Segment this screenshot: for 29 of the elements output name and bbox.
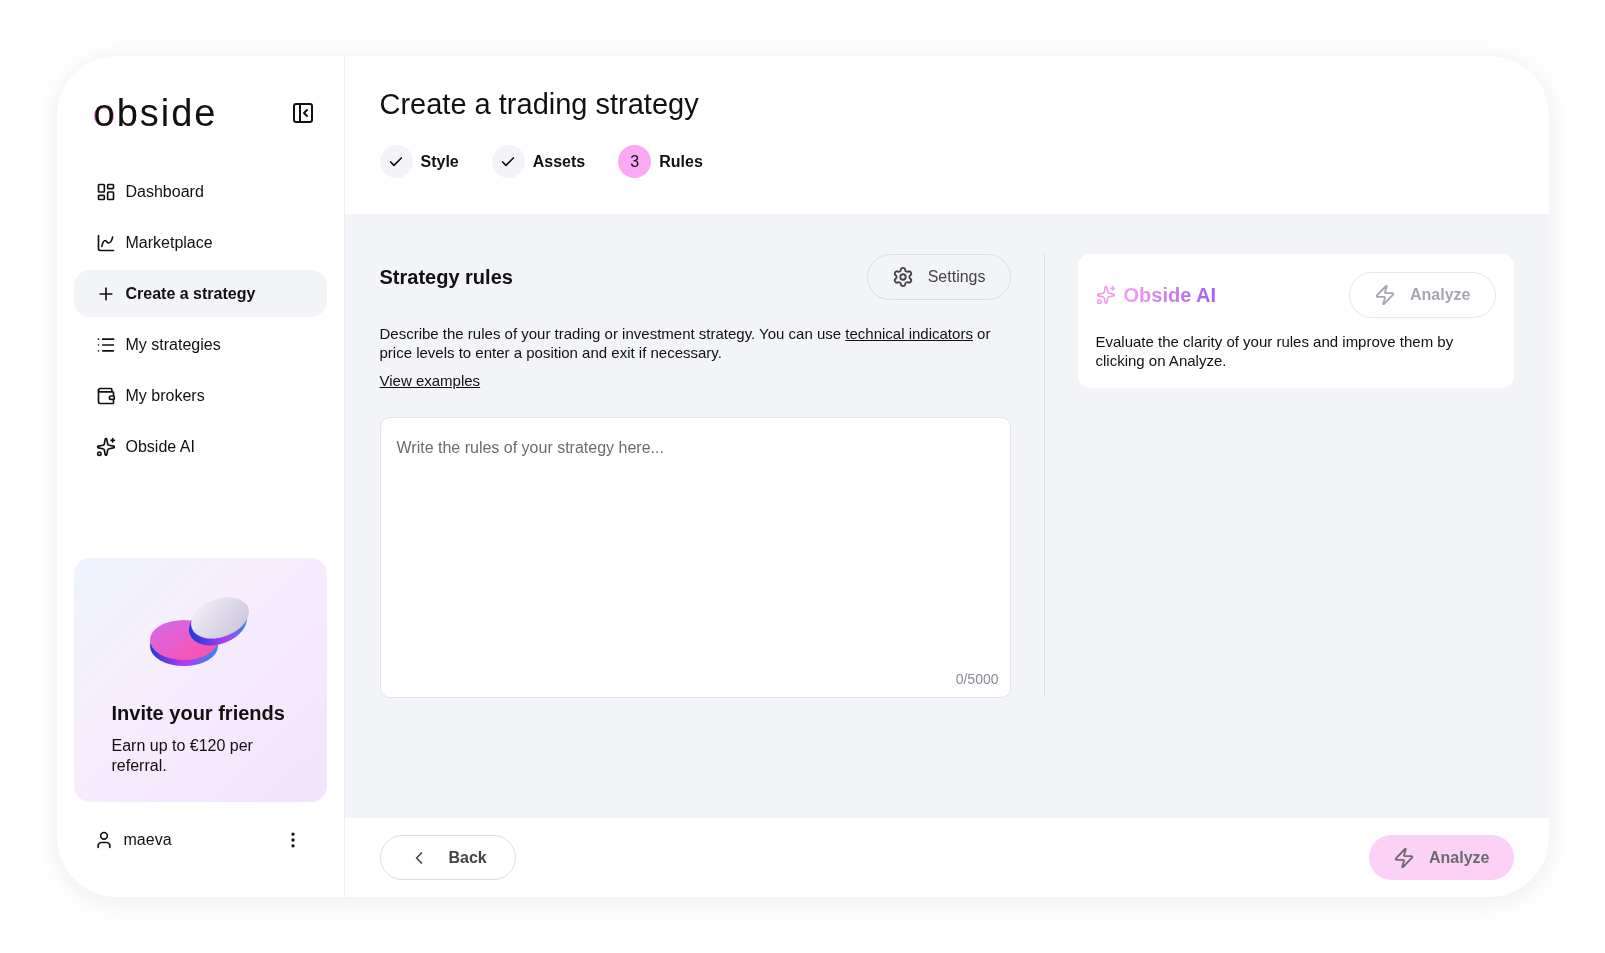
nav-item[interactable]: Create a strategy	[73, 270, 327, 317]
nav-item[interactable]: Obside AI	[73, 423, 327, 470]
settings-icon	[891, 266, 914, 288]
nav-item[interactable]: Marketplace	[73, 219, 327, 266]
nav-item[interactable]: Dashboard	[73, 168, 327, 215]
ai-description: Evaluate the clarity of your rules and improve them by clicking on Analyze.	[1095, 332, 1455, 370]
step[interactable]: Assets	[491, 145, 586, 178]
sparkles-icon	[1095, 285, 1116, 305]
step[interactable]: 3 Rules	[618, 145, 703, 178]
character-counter: 0/5000	[955, 669, 999, 689]
lightning-icon	[1393, 846, 1416, 869]
referral-title: Invite your friends	[111, 701, 286, 726]
technical-indicators-link[interactable]: technical indicators	[845, 325, 973, 342]
nav-item[interactable]: My strategies	[73, 321, 327, 368]
lightning-icon	[1374, 284, 1397, 306]
dashboard-icon	[95, 181, 116, 202]
nav-item[interactable]: My brokers	[73, 372, 327, 419]
referral-card[interactable]: Invite your friends Earn up to €120 per referral.	[73, 558, 327, 802]
step[interactable]: Style	[379, 145, 459, 178]
section-title: Strategy rules	[379, 265, 513, 290]
user-name[interactable]: maeva	[123, 828, 172, 852]
wallet-icon	[95, 385, 116, 406]
collapse-sidebar-icon[interactable]	[290, 101, 315, 125]
view-examples-link[interactable]: View examples	[379, 370, 481, 393]
referral-text: Earn up to €120 per referral.	[111, 736, 254, 776]
page-title: Create a trading strategy	[379, 87, 700, 122]
description-text: Describe the rules of your trading or investment strategy. You can use technical indicators or price levels to enter a position and exit if necessary.	[379, 324, 992, 362]
chart-icon	[95, 232, 116, 253]
sparkles-icon	[95, 436, 116, 457]
